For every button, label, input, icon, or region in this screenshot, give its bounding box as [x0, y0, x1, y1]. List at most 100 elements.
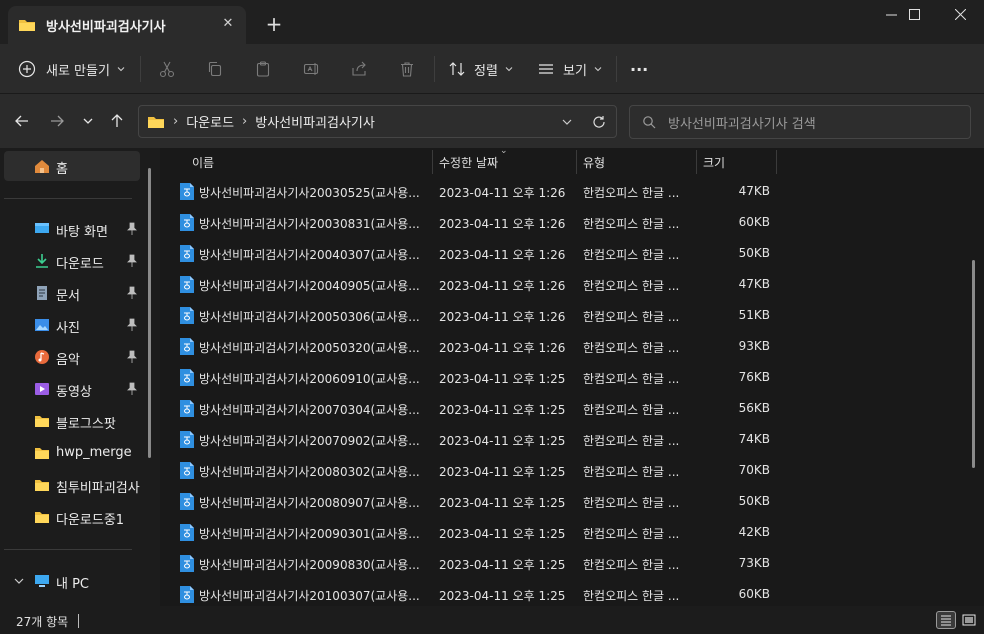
column-header-name[interactable]: 이름 [192, 154, 214, 171]
sidebar-item-5[interactable]: 음악 [4, 342, 140, 372]
computer-icon [35, 575, 49, 587]
sidebar-item-label: 다운로드중1 [56, 513, 125, 528]
file-size: 76KB [738, 370, 770, 384]
chevron-down-icon[interactable] [561, 116, 573, 128]
sidebar-item-4[interactable]: 사진 [4, 310, 140, 340]
table-row[interactable]: 방사선비파괴검사기사20090301(교사용... 2023-04-11 오후 1… [160, 517, 960, 548]
column-divider[interactable] [576, 150, 577, 174]
new-tab-button[interactable]: + [262, 12, 286, 36]
rename-button[interactable] [296, 54, 326, 84]
file-list: 이름 수정한 날짜 ⌄ 유형 크기 방사선비파괴검사기사20030525(교사용… [160, 148, 984, 606]
table-row[interactable]: 방사선비파괴검사기사20050320(교사용... 2023-04-11 오후 1… [160, 331, 960, 362]
hwp-file-icon [180, 431, 194, 448]
pin-icon[interactable] [126, 222, 138, 236]
sort-button[interactable]: 정렬 [448, 54, 514, 84]
sidebar-scrollbar[interactable] [148, 168, 151, 458]
file-list-scrollbar[interactable] [972, 260, 975, 468]
breadcrumb-current-folder[interactable]: 방사선비파괴검사기사 [255, 112, 375, 131]
hwp-file-icon [180, 183, 194, 200]
file-type: 한컴오피스 한글 ... [583, 310, 680, 324]
file-type: 한컴오피스 한글 ... [583, 217, 680, 231]
table-row[interactable]: 방사선비파괴검사기사20060910(교사용... 2023-04-11 오후 1… [160, 362, 960, 393]
more-options-button[interactable]: ··· [630, 54, 648, 84]
sidebar-item-this-pc[interactable]: 내 PC [4, 566, 140, 596]
recent-locations-button[interactable] [76, 109, 100, 133]
pin-icon[interactable] [126, 350, 138, 364]
file-date: 2023-04-11 오후 1:26 [439, 248, 566, 262]
file-size: 50KB [738, 246, 770, 260]
back-button[interactable] [10, 109, 34, 133]
address-bar[interactable]: › 다운로드 › 방사선비파괴검사기사 [138, 105, 617, 138]
sidebar-divider [4, 198, 132, 199]
file-size: 60KB [738, 215, 770, 229]
breadcrumb-separator-icon: › [242, 114, 248, 129]
close-window-button[interactable] [937, 0, 983, 32]
sidebar-item-7[interactable]: 블로그스팟 [4, 406, 140, 436]
search-input[interactable]: 방사선비파괴검사기사 검색 [629, 105, 971, 139]
hwp-file-icon [180, 307, 194, 324]
new-button[interactable]: 새로 만들기 [18, 54, 126, 84]
pin-icon[interactable] [126, 254, 138, 268]
maximize-button[interactable] [891, 0, 937, 32]
table-row[interactable]: 방사선비파괴검사기사20090830(교사용... 2023-04-11 오후 1… [160, 548, 960, 579]
column-header-date[interactable]: 수정한 날짜 [439, 154, 498, 171]
column-divider[interactable] [696, 150, 697, 174]
view-button[interactable]: 보기 [537, 54, 603, 84]
sidebar-item-10[interactable]: 다운로드중1 [4, 502, 140, 532]
table-row[interactable]: 방사선비파괴검사기사20040905(교사용... 2023-04-11 오후 1… [160, 269, 960, 300]
file-type: 한컴오피스 한글 ... [583, 372, 680, 386]
column-divider[interactable] [776, 150, 777, 174]
breadcrumb-downloads[interactable]: 다운로드 [186, 112, 234, 131]
details-view-button[interactable] [936, 611, 956, 629]
folder-icon [35, 416, 49, 427]
delete-button[interactable] [392, 54, 422, 84]
table-row[interactable]: 방사선비파괴검사기사20070304(교사용... 2023-04-11 오후 1… [160, 393, 960, 424]
file-name: 방사선비파괴검사기사20090830(교사용... [199, 558, 420, 572]
sidebar-item-6[interactable]: 동영상 [4, 374, 140, 404]
sidebar-item-1[interactable]: 바탕 화면 [4, 214, 140, 244]
refresh-icon[interactable] [592, 115, 606, 129]
table-row[interactable]: 방사선비파괴검사기사20030831(교사용... 2023-04-11 오후 1… [160, 207, 960, 238]
forward-button[interactable] [45, 109, 69, 133]
music-icon [35, 350, 49, 364]
tab-current[interactable]: 방사선비파괴검사기사 ✕ [8, 6, 246, 44]
column-divider[interactable] [432, 150, 433, 174]
close-tab-icon[interactable]: ✕ [220, 16, 236, 32]
pin-icon[interactable] [126, 382, 138, 396]
table-row[interactable]: 방사선비파괴검사기사20100307(교사용... 2023-04-11 오후 1… [160, 579, 960, 606]
paste-button[interactable] [248, 54, 278, 84]
thumbnail-view-button[interactable] [959, 611, 979, 629]
sidebar-item-label: 다운로드 [56, 257, 104, 272]
copy-button[interactable] [200, 54, 230, 84]
table-row[interactable]: 방사선비파괴검사기사20040307(교사용... 2023-04-11 오후 1… [160, 238, 960, 269]
share-button[interactable] [344, 54, 374, 84]
pin-icon[interactable] [126, 286, 138, 300]
file-type: 한컴오피스 한글 ... [583, 496, 680, 510]
home-icon [35, 160, 49, 173]
up-button[interactable] [105, 109, 129, 133]
clipboard-icon [256, 61, 270, 77]
download-icon [36, 254, 48, 268]
table-row[interactable]: 방사선비파괴검사기사20080907(교사용... 2023-04-11 오후 1… [160, 486, 960, 517]
copy-icon [208, 61, 222, 77]
breadcrumb-separator-icon: › [173, 114, 179, 129]
column-header-size[interactable]: 크기 [703, 154, 725, 171]
chevron-down-icon[interactable] [14, 576, 24, 586]
sidebar-item-label: 바탕 화면 [56, 225, 108, 240]
sidebar-item-8[interactable]: hwp_merge [4, 438, 140, 468]
sidebar-item-home[interactable]: 홈 [4, 151, 140, 181]
hwp-file-icon [180, 400, 194, 417]
item-count: 27개 항목 [16, 615, 69, 629]
column-header-type[interactable]: 유형 [583, 154, 605, 171]
table-row[interactable]: 방사선비파괴검사기사20080302(교사용... 2023-04-11 오후 1… [160, 455, 960, 486]
file-date: 2023-04-11 오후 1:26 [439, 341, 566, 355]
sidebar-item-2[interactable]: 다운로드 [4, 246, 140, 276]
sidebar-item-3[interactable]: 문서 [4, 278, 140, 308]
sidebar-item-9[interactable]: 침투비파괴검사 [4, 470, 140, 500]
arrow-right-icon [51, 115, 64, 127]
cut-button[interactable] [152, 54, 182, 84]
table-row[interactable]: 방사선비파괴검사기사20030525(교사용... 2023-04-11 오후 1… [160, 176, 960, 207]
table-row[interactable]: 방사선비파괴검사기사20050306(교사용... 2023-04-11 오후 1… [160, 300, 960, 331]
pin-icon[interactable] [126, 318, 138, 332]
table-row[interactable]: 방사선비파괴검사기사20070902(교사용... 2023-04-11 오후 1… [160, 424, 960, 455]
